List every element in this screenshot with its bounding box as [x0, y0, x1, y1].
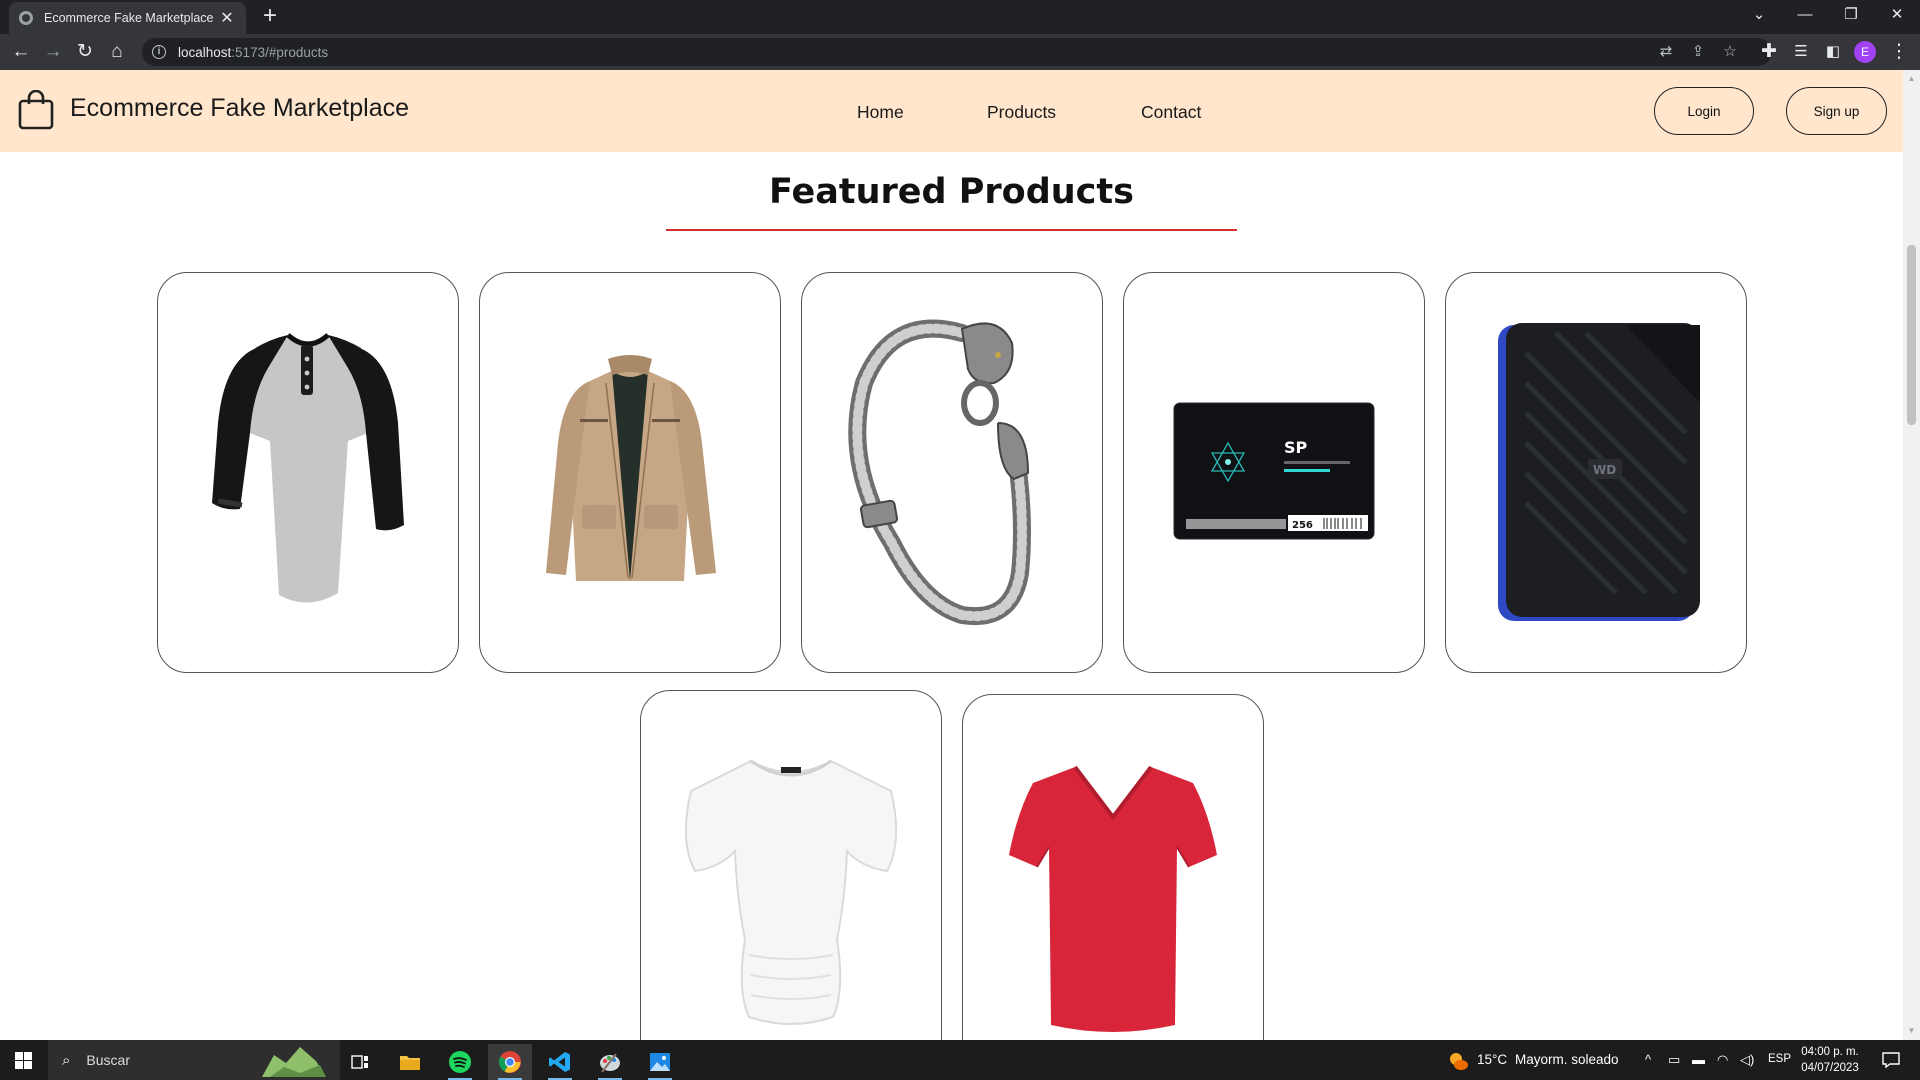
- browser-tabstrip: Ecommerce Fake Marketplace ✕ + ⌄ — ❐ ✕: [0, 0, 1920, 34]
- clock-time: 04:00 p. m.: [1801, 1046, 1859, 1058]
- signup-button[interactable]: Sign up: [1786, 87, 1887, 135]
- tab-title: Ecommerce Fake Marketplace: [44, 11, 214, 25]
- scrollbar-thumb[interactable]: [1907, 245, 1916, 425]
- red-vneck-tshirt-image: [1009, 765, 1217, 1032]
- weather-temperature[interactable]: 15°C: [1477, 1052, 1507, 1067]
- paint-app-icon[interactable]: [588, 1044, 632, 1080]
- battery-icon[interactable]: ▬: [1692, 1052, 1705, 1067]
- ssd-drive-image: SP 256: [1173, 402, 1375, 540]
- product-card[interactable]: WD: [1445, 272, 1747, 673]
- search-highlight-image: [262, 1047, 326, 1077]
- home-icon[interactable]: ⌂: [104, 40, 130, 64]
- bookmark-star-icon[interactable]: ☆: [1719, 42, 1741, 62]
- product-card[interactable]: [640, 690, 942, 1040]
- reload-icon[interactable]: ↻: [72, 40, 98, 64]
- white-womens-top-image: [684, 759, 898, 1025]
- windows-taskbar: ⌕ Buscar 15°C Mayorm. soleado ^ ▭ ▬ ◠ ◁): [0, 1040, 1920, 1080]
- url-path: :5173/#products: [231, 44, 329, 60]
- dragon-bracelet-image: [848, 319, 1031, 626]
- nav-link-products[interactable]: Products: [987, 102, 1056, 123]
- extensions-icon[interactable]: ✚: [1756, 40, 1782, 64]
- forward-icon[interactable]: →: [40, 40, 66, 64]
- new-tab-button[interactable]: +: [256, 4, 284, 30]
- photos-app-icon[interactable]: [638, 1044, 682, 1080]
- page-viewport: Ecommerce Fake Marketplace Home Products…: [0, 70, 1903, 1040]
- product-card[interactable]: SP 256: [1123, 272, 1425, 673]
- nav-link-home[interactable]: Home: [857, 102, 904, 123]
- profile-avatar[interactable]: E: [1854, 41, 1876, 63]
- product-card[interactable]: [801, 272, 1103, 673]
- browser-tab[interactable]: Ecommerce Fake Marketplace ✕: [9, 2, 246, 34]
- ssd-capacity-text: 256: [1292, 520, 1313, 531]
- page-scrollbar[interactable]: ▲ ▼: [1903, 70, 1920, 1040]
- khaki-jacket-image: [546, 355, 716, 581]
- back-icon[interactable]: ←: [8, 40, 34, 64]
- minimize-icon[interactable]: —: [1783, 0, 1827, 30]
- vscode-icon[interactable]: [538, 1044, 582, 1080]
- site-info-icon[interactable]: i: [152, 45, 166, 59]
- ssd-brand-text: SP: [1284, 438, 1308, 457]
- side-panel-icon[interactable]: ◧: [1820, 40, 1846, 64]
- scroll-down-icon[interactable]: ▼: [1903, 1024, 1920, 1038]
- brand-name[interactable]: Ecommerce Fake Marketplace: [70, 94, 409, 123]
- file-explorer-icon[interactable]: [388, 1044, 432, 1080]
- weather-icon[interactable]: [1447, 1050, 1469, 1072]
- search-icon: ⌕: [62, 1051, 71, 1069]
- external-hard-drive-image: WD: [1498, 323, 1700, 621]
- tab-search-icon[interactable]: ⌄: [1737, 0, 1781, 30]
- meet-now-icon[interactable]: ▭: [1668, 1052, 1680, 1068]
- site-navbar: Ecommerce Fake Marketplace Home Products…: [0, 70, 1903, 152]
- task-view-icon[interactable]: [338, 1044, 382, 1080]
- login-button[interactable]: Login: [1654, 87, 1754, 135]
- chrome-icon[interactable]: [488, 1044, 532, 1080]
- url-host: localhost: [178, 44, 232, 60]
- globe-icon: [19, 11, 33, 25]
- scroll-up-icon[interactable]: ▲: [1903, 72, 1920, 86]
- weather-description[interactable]: Mayorm. soleado: [1515, 1052, 1619, 1067]
- raglan-henley-shirt-image: [212, 333, 404, 603]
- translate-icon[interactable]: ⇄: [1655, 42, 1677, 62]
- clock-date: 04/07/2023: [1801, 1062, 1859, 1074]
- nav-link-contact[interactable]: Contact: [1141, 102, 1201, 123]
- windows-start-icon[interactable]: [15, 1052, 32, 1069]
- close-window-icon[interactable]: ✕: [1875, 0, 1919, 30]
- taskbar-clock[interactable]: 04:00 p. m. 04/07/2023: [1794, 1044, 1866, 1076]
- restore-icon[interactable]: ❐: [1829, 0, 1873, 30]
- share-icon[interactable]: ⇪: [1687, 42, 1709, 62]
- product-card[interactable]: [479, 272, 781, 673]
- product-card[interactable]: [157, 272, 459, 673]
- reading-list-icon[interactable]: ☰: [1788, 40, 1814, 64]
- notifications-icon[interactable]: [1882, 1052, 1900, 1068]
- hdd-brand-text: WD: [1593, 463, 1616, 477]
- taskbar-search-placeholder: Buscar: [86, 1052, 130, 1068]
- taskbar-search[interactable]: ⌕ Buscar: [48, 1040, 340, 1080]
- browser-menu-icon[interactable]: ⋮: [1886, 40, 1912, 64]
- title-underline: [666, 229, 1237, 231]
- show-hidden-icons-icon[interactable]: ^: [1645, 1052, 1651, 1067]
- section-title: Featured Products: [769, 172, 1134, 212]
- wifi-icon[interactable]: ◠: [1717, 1052, 1728, 1068]
- address-bar[interactable]: i localhost:5173/#products ⇄ ⇪ ☆: [142, 38, 1772, 66]
- close-tab-icon[interactable]: ✕: [218, 8, 236, 28]
- shopping-bag-icon[interactable]: [18, 90, 54, 130]
- language-indicator[interactable]: ESP: [1768, 1053, 1791, 1065]
- spotify-icon[interactable]: [438, 1044, 482, 1080]
- volume-icon[interactable]: ◁): [1740, 1052, 1754, 1068]
- browser-toolbar: ← → ↻ ⌂ i localhost:5173/#products ⇄ ⇪ ☆…: [0, 34, 1920, 70]
- product-card[interactable]: [962, 694, 1264, 1040]
